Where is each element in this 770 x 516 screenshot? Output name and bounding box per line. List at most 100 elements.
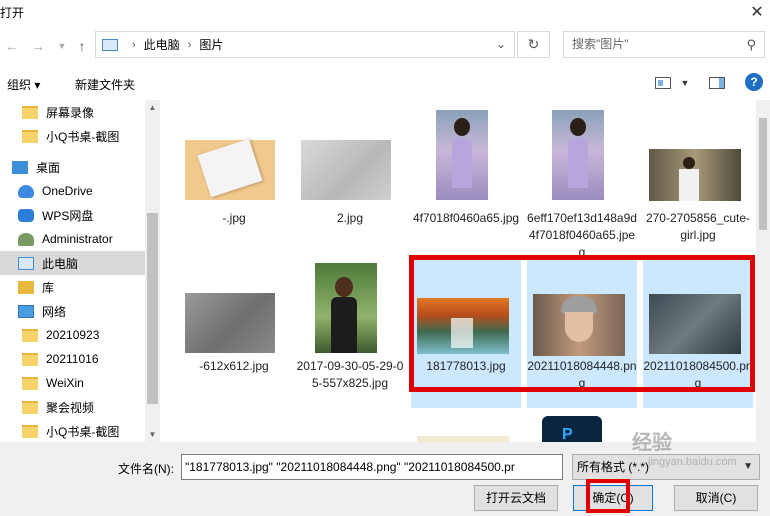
title-bar: 打开 ✕	[0, 0, 770, 28]
help-icon[interactable]: ?	[745, 73, 763, 91]
image-thumbnail	[552, 110, 604, 200]
chevron-down-icon[interactable]: ▼	[743, 455, 753, 479]
search-input[interactable]: 搜索"图片" ⚲	[563, 31, 765, 58]
open-cloud-doc-button[interactable]: 打开云文档	[474, 485, 558, 511]
sidebar-item-desktop[interactable]: 桌面	[0, 155, 145, 179]
sidebar-item-libraries[interactable]: 库	[0, 275, 145, 299]
chevron-down-icon[interactable]: ▼	[678, 74, 692, 92]
chevron-down-icon[interactable]: ⌄	[496, 37, 506, 51]
file-list-scroll-thumb[interactable]	[759, 118, 767, 230]
sidebar-item-20211016[interactable]: 20211016	[0, 347, 145, 371]
sidebar-item-party-videos[interactable]: 聚会视频	[0, 395, 145, 419]
sidebar-item-label: 聚会视频	[46, 400, 95, 415]
view-mode-icon[interactable]	[655, 77, 671, 89]
file-item[interactable]: 2.jpg	[295, 106, 405, 256]
sidebar-item-label: 小Q书桌-截图	[46, 129, 120, 144]
file-item[interactable]: -612x612.jpg	[179, 258, 289, 408]
user-icon	[18, 232, 34, 246]
sidebar-item-label: WPS网盘	[42, 208, 94, 223]
sidebar-item-label: 20210923	[46, 328, 100, 342]
navigation-pane: 屏幕录像 小Q书桌-截图 桌面 OneDrive WPS网盘 Administr…	[0, 100, 160, 442]
recent-dropdown-icon[interactable]: ▼	[52, 36, 72, 56]
sidebar-item-onedrive[interactable]: OneDrive	[0, 179, 145, 203]
folder-icon	[22, 328, 38, 342]
image-thumbnail	[649, 149, 741, 201]
network-icon	[18, 304, 34, 318]
pc-icon	[102, 38, 118, 51]
image-thumbnail	[185, 293, 275, 353]
library-icon	[18, 280, 34, 294]
address-bar: ← → ▼ ↑ › 此电脑 › 图片 ⌄ ↻ 搜索"图片" ⚲	[0, 28, 770, 64]
sidebar-item-this-pc[interactable]: 此电脑	[0, 251, 145, 275]
sidebar-item-network[interactable]: 网络	[0, 299, 145, 323]
scroll-down-icon[interactable]: ▼	[145, 427, 160, 442]
folder-icon	[22, 376, 38, 390]
folder-icon	[22, 129, 38, 143]
sidebar-item-label: Administrator	[42, 232, 113, 246]
sidebar-item-label: OneDrive	[42, 184, 93, 198]
close-icon[interactable]: ✕	[746, 2, 768, 24]
up-arrow-icon[interactable]: ↑	[72, 36, 92, 56]
image-thumbnail	[436, 110, 488, 200]
chevron-right-icon[interactable]: ›	[132, 39, 136, 51]
sidebar-item-label: 屏幕录像	[46, 105, 95, 120]
forward-arrow-icon[interactable]: →	[28, 36, 48, 56]
sidebar-item-administrator[interactable]: Administrator	[0, 227, 145, 251]
new-folder-button[interactable]: 新建文件夹	[75, 76, 135, 93]
photoshop-icon: P	[542, 416, 602, 442]
preview-pane-icon[interactable]	[709, 77, 725, 89]
sidebar-item-screen-recordings[interactable]: 屏幕录像	[0, 100, 145, 124]
sidebar-item-label: 网络	[42, 304, 67, 319]
breadcrumb-item-pictures[interactable]: 图片	[199, 36, 223, 53]
sidebar-scroll-thumb[interactable]	[147, 213, 158, 404]
scroll-up-icon[interactable]: ▲	[145, 100, 160, 115]
chevron-right-icon[interactable]: ›	[188, 39, 192, 51]
search-icon[interactable]: ⚲	[746, 32, 756, 57]
sidebar-item-xiaoq-screenshots[interactable]: 小Q书桌-截图	[0, 124, 145, 148]
file-item[interactable]: 4f7018f0460a65.jpg	[411, 106, 521, 256]
back-arrow-icon[interactable]: ←	[2, 36, 22, 56]
sidebar-item-wps-drive[interactable]: WPS网盘	[0, 203, 145, 227]
image-thumbnail	[315, 263, 377, 353]
cloud-icon	[18, 184, 34, 198]
sidebar-item-20210923[interactable]: 20210923	[0, 323, 145, 347]
file-name: -612x612.jpg	[199, 359, 269, 373]
sidebar-item-label: 小Q书桌-截图	[46, 424, 120, 439]
file-name: 270-2705856_cute-girl.jpg	[645, 211, 751, 242]
sidebar-item-label: 库	[42, 280, 55, 295]
pc-icon	[18, 256, 34, 270]
image-thumbnail	[185, 138, 275, 200]
refresh-icon: ↻	[527, 36, 540, 52]
filename-field[interactable]: "181778013.jpg" "20211018084448.png" "20…	[181, 454, 563, 480]
folder-icon	[22, 352, 38, 366]
folder-icon	[22, 424, 38, 438]
filename-label: 文件名(N):	[118, 462, 174, 476]
file-item[interactable]: -.jpg	[179, 106, 289, 256]
sidebar-item-weixin[interactable]: WeiXin	[0, 371, 145, 395]
breadcrumb[interactable]: › 此电脑 › 图片 ⌄	[95, 31, 515, 58]
desktop-icon	[12, 160, 28, 174]
ok-annotation-box	[586, 479, 630, 513]
watermark: 经验	[632, 432, 672, 454]
watermark-url: jingyan.baidu.com	[648, 456, 737, 468]
wps-icon	[18, 208, 34, 222]
file-name: 6eff170ef13d148a9d4f7018f0460a65.jpeg	[527, 211, 637, 259]
file-name: 4f7018f0460a65.jpg	[412, 211, 520, 225]
file-item[interactable]: 6eff170ef13d148a9d4f7018f0460a65.jpeg	[527, 106, 637, 259]
sidebar-item-label: 桌面	[36, 160, 61, 175]
image-thumbnail	[301, 140, 391, 200]
file-name: -.jpg	[222, 211, 246, 225]
organize-button[interactable]: 组织 ▾	[7, 76, 40, 93]
sidebar-item-xiaoq-screenshots-2[interactable]: 小Q书桌-截图	[0, 419, 145, 442]
folder-icon	[22, 400, 38, 414]
cancel-button[interactable]: 取消(C)	[674, 485, 758, 511]
refresh-button[interactable]: ↻	[517, 31, 550, 58]
breadcrumb-item-pc[interactable]: 此电脑	[144, 36, 180, 53]
file-name: 2.jpg	[336, 211, 364, 225]
file-item[interactable]: 2017-09-30-05-29-05-557x825.jpg	[295, 258, 405, 408]
window-title: 打开	[0, 6, 25, 20]
folder-icon	[22, 105, 38, 119]
selection-annotation-box	[409, 255, 755, 392]
file-item[interactable]: 270-2705856_cute-girl.jpg	[643, 106, 753, 256]
command-bar: 组织 ▾ 新建文件夹 ▼ ?	[0, 66, 770, 100]
